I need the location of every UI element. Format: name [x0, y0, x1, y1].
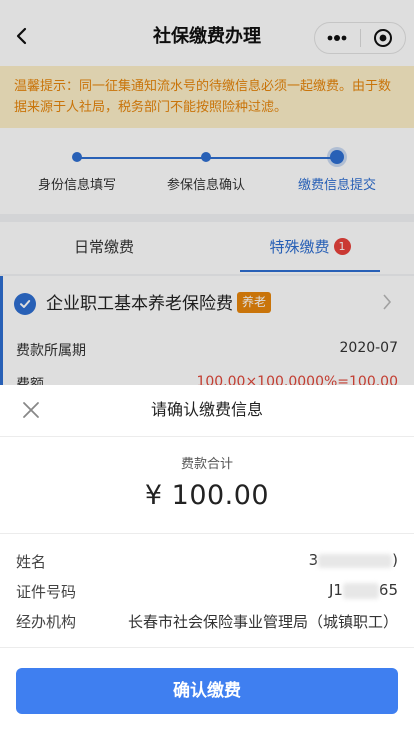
- divider: [0, 436, 414, 437]
- id-visible-prefix: J1: [328, 581, 343, 599]
- name-label: 姓名: [16, 553, 47, 571]
- agency-value: 长春市社会保险事业管理局（城镇职工）: [127, 613, 398, 631]
- name-visible-suffix: ): [392, 551, 398, 569]
- confirm-payment-button[interactable]: 确认缴费: [16, 668, 398, 714]
- sheet-title: 请确认缴费信息: [150, 400, 263, 419]
- total-label: 费款合计: [180, 457, 233, 472]
- id-visible-suffix: 65: [378, 581, 398, 599]
- name-value: 3): [309, 551, 398, 569]
- modal-overlay[interactable]: [0, 0, 414, 385]
- divider: [0, 647, 414, 648]
- agency-label: 经办机构: [16, 613, 77, 631]
- name-visible-prefix: 3: [308, 551, 319, 569]
- total-amount: ¥ 100.00: [144, 480, 270, 511]
- divider: [0, 533, 414, 534]
- id-number-value: J1 65: [329, 581, 398, 599]
- id-number-label: 证件号码: [16, 583, 77, 601]
- redacted-block: [342, 582, 379, 599]
- redacted-block: [318, 553, 393, 568]
